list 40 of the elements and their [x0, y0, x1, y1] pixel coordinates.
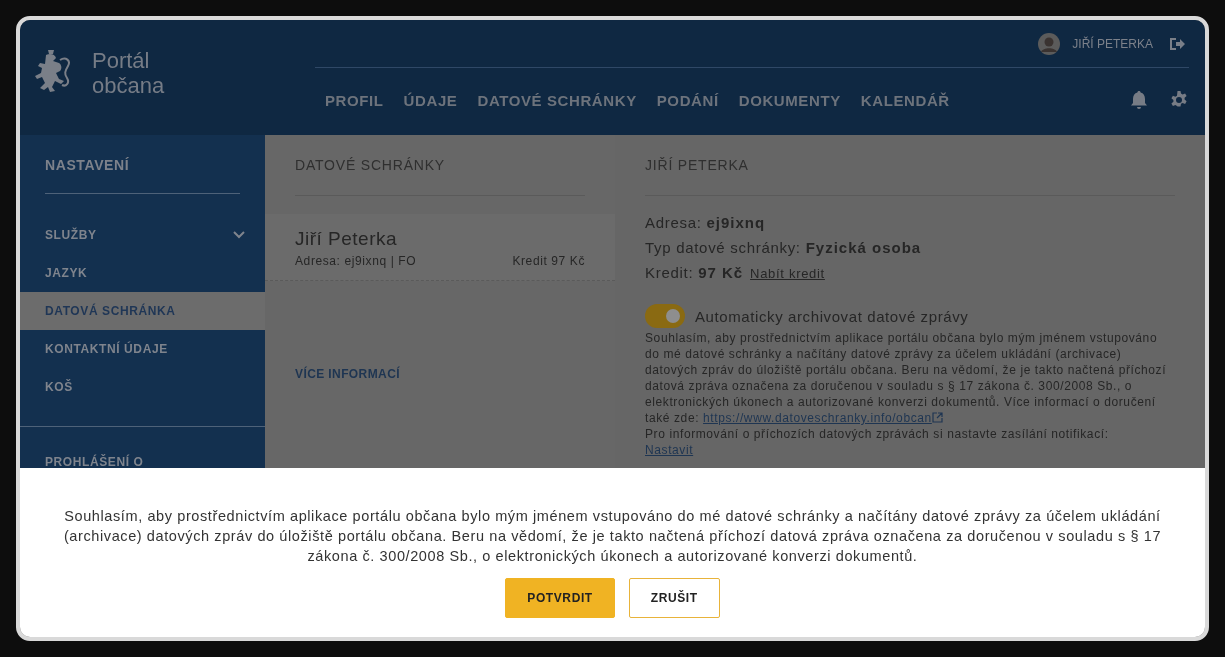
bell-icon[interactable]	[1129, 90, 1149, 110]
user-name[interactable]: JIŘÍ PETERKA	[1072, 36, 1153, 51]
cancel-button[interactable]: ZRUŠIT	[628, 578, 720, 618]
sidebar-item[interactable]: PROHLÁŠENÍ O	[45, 455, 240, 468]
sidebar-item[interactable]: SLUŽBY	[20, 216, 265, 254]
sidebar-item[interactable]: KONTAKTNÍ ÚDAJE	[20, 330, 265, 368]
mailbox-credit: Kredit 97 Kč	[512, 254, 585, 268]
mailbox-card[interactable]: Jiří Peterka Adresa: ej9ixnq | FO Kredit 97 Kč	[265, 214, 615, 281]
settings-icon[interactable]	[1169, 90, 1189, 110]
top-up-credit-link[interactable]: Nabít kredit	[750, 266, 825, 281]
nav-link[interactable]: DOKUMENTY	[732, 91, 847, 109]
nav-link[interactable]: KALENDÁŘ	[854, 91, 956, 109]
archive-toggle[interactable]	[645, 304, 685, 328]
mailbox-owner: Jiří Peterka	[295, 228, 399, 250]
portal-title: Portál občana	[92, 47, 165, 98]
mailbox-address: Adresa: ej9ixnq | FO	[295, 254, 417, 268]
nav-link[interactable]: ÚDAJE	[397, 91, 464, 109]
sidebar-item[interactable]: JAZYK	[20, 254, 265, 292]
external-link[interactable]: https://www.datoveschranky.info/obcan	[703, 411, 943, 425]
confirm-button[interactable]: POTVRDIT	[505, 578, 615, 618]
nav-link[interactable]: DATOVÉ SCHRÁNKY	[471, 91, 643, 109]
panel-title: JIŘÍ PETERKA	[645, 135, 1175, 196]
avatar-icon[interactable]	[1038, 32, 1061, 55]
field-text: Kredit: 97 Kč	[645, 264, 744, 281]
external-link-icon[interactable]	[931, 412, 943, 423]
toggle-label: Automaticky archivovat datové zprávy	[695, 307, 969, 325]
field-text: Adresa: ej9ixnq	[645, 214, 766, 231]
more-info-link[interactable]: VÍCE INFORMACÍ	[295, 367, 400, 381]
dialog-text: Souhlasím, aby prostřednictvím aplikace portálu občana bylo mým jménem vstupováno do mé datové schránky a načítány datové zprávy za účelem ukládání (archivace) datových zpráv do úložiště portálu občana. Beru na vědomí, že je takto načtená příchozí datová zpráva označena za doručenou v souladu s § 17 zákona č. 300/2008 Sb., o elektronických úkonech a autorizované konverzi dokumentů.	[62, 507, 1163, 566]
logout-icon[interactable]	[1169, 36, 1185, 51]
sidebar-item[interactable]: DATOVÁ SCHRÁNKA	[20, 292, 265, 330]
sidebar-item[interactable]: KOŠ	[20, 368, 265, 406]
sidebar-title: NASTAVENÍ	[45, 155, 240, 194]
nav-link[interactable]: PODÁNÍ	[650, 91, 725, 109]
panel-title: DATOVÉ SCHRÁNKY	[295, 135, 585, 196]
field-text: Typ datové schránky: Fyzická osoba	[645, 239, 922, 256]
nav-link[interactable]: PROFIL	[319, 91, 390, 109]
chevron-icon[interactable]	[233, 231, 245, 239]
notification-settings-link[interactable]: Nastavit	[645, 443, 694, 457]
consent-paragraph: Souhlasím, aby prostřednictvím aplikace portálu občana bylo mým jménem vstupováno do mé datové schránky a načítány datové zprávy za účelem ukládání (archivace) datových zpráv do úložiště portálu občana. Beru na vědomí, že je takto načtená příchozí datová zpráva označena za doručenou v souladu s § 17 zákona č. 300/2008 Sb., o elektronických úkonech a autorizované konverzi dokumentů. Více informací o doručení také zde: https://www.datoveschranky.info/obcan Pro informování o příchozích datových zprávách si nastavte zasílání notifikací: Nastavit	[645, 330, 1168, 458]
